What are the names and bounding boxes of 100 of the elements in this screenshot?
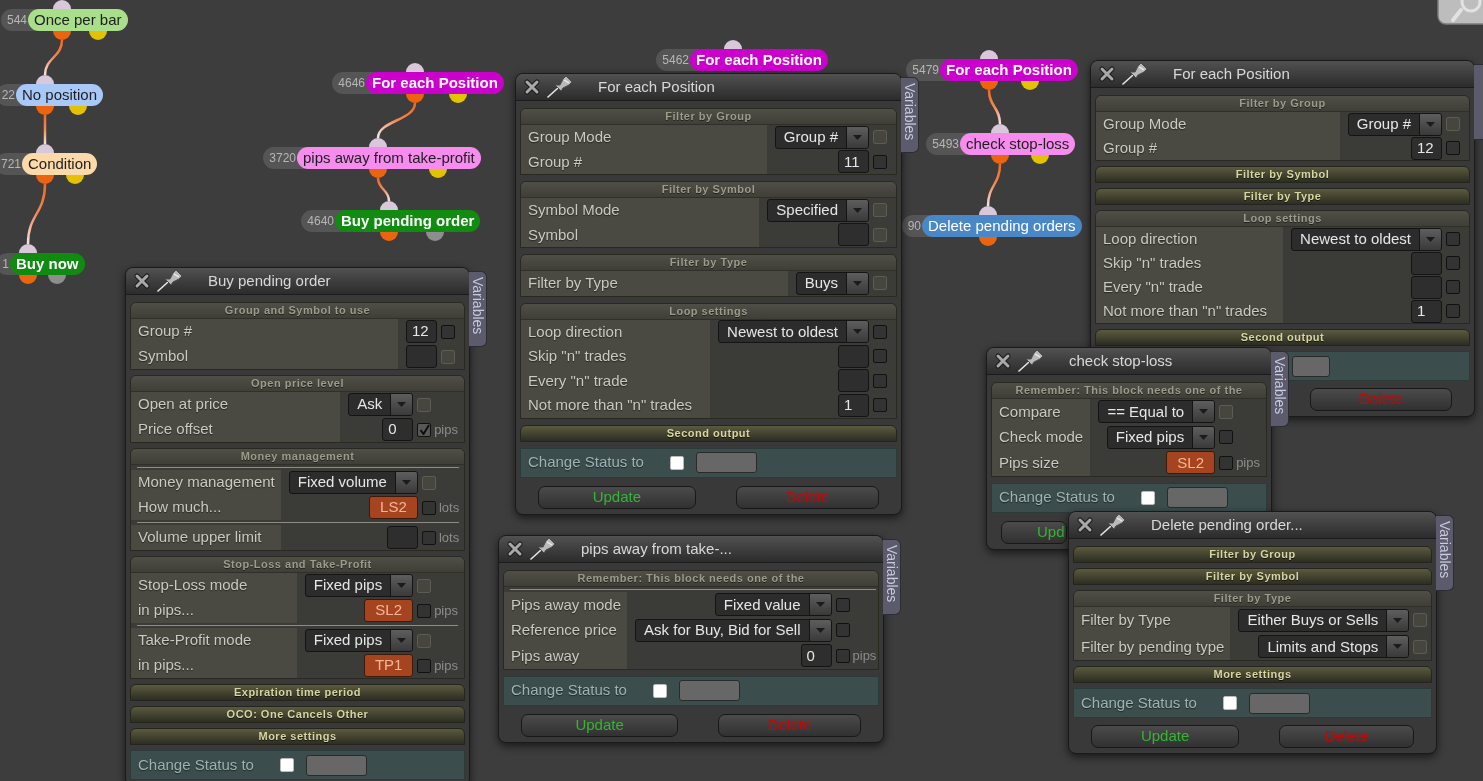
node-label[interactable]: Buy now	[10, 253, 85, 275]
section-header[interactable]: Filter by Symbol	[1073, 568, 1432, 585]
checkbox[interactable]	[417, 603, 432, 618]
variable-field[interactable]: LS2	[368, 496, 418, 519]
checkbox[interactable]	[421, 530, 436, 545]
close-icon[interactable]	[524, 79, 540, 95]
checkbox[interactable]	[417, 422, 432, 437]
input-field[interactable]	[838, 369, 869, 393]
checkbox[interactable]	[835, 648, 850, 663]
variables-tab[interactable]: Variables	[883, 539, 901, 615]
input-field[interactable]: 0	[800, 644, 832, 668]
output-port-icon[interactable]	[449, 94, 467, 103]
checkbox[interactable]	[1446, 304, 1460, 318]
checkbox[interactable]	[873, 324, 887, 339]
checkbox[interactable]	[873, 349, 887, 364]
checkbox[interactable]	[1446, 256, 1460, 270]
node-label[interactable]: Condition	[22, 153, 98, 175]
checkbox[interactable]	[1446, 141, 1460, 155]
close-icon[interactable]	[1077, 517, 1093, 533]
checkbox[interactable]	[417, 658, 432, 673]
input-port-icon[interactable]	[19, 244, 37, 253]
output-port-icon[interactable]	[19, 275, 37, 284]
status-checkbox[interactable]	[670, 455, 684, 470]
input-port-icon[interactable]	[979, 206, 997, 215]
close-icon[interactable]	[1099, 66, 1115, 82]
section-header[interactable]: Filter by Group	[1096, 96, 1469, 112]
input-field[interactable]	[1411, 251, 1442, 275]
close-icon[interactable]	[134, 273, 150, 289]
input-field[interactable]: 0	[382, 418, 414, 441]
section-header[interactable]: Stop-Loss and Take-Profit	[131, 557, 464, 573]
input-port-icon[interactable]	[724, 40, 742, 49]
variables-tab[interactable]: Variables	[1271, 351, 1289, 427]
output-port-icon[interactable]	[426, 232, 444, 241]
node-label[interactable]: No position	[16, 84, 104, 106]
section-header[interactable]: Money management	[131, 449, 464, 465]
output-port-icon[interactable]	[429, 169, 447, 178]
node-label[interactable]: Buy pending order	[335, 210, 481, 232]
input-port-icon[interactable]	[980, 50, 998, 59]
node-label[interactable]: Once per bar	[28, 9, 128, 31]
output-port-icon[interactable]	[36, 175, 54, 184]
section-header[interactable]: Open price level	[131, 376, 464, 392]
input-field[interactable]: 12	[406, 320, 437, 343]
variables-tab[interactable]: Variables	[1436, 515, 1454, 591]
output-port-icon[interactable]	[369, 169, 387, 178]
output-port-icon[interactable]	[48, 275, 66, 284]
output-port-icon[interactable]	[1021, 81, 1039, 90]
close-icon[interactable]	[995, 353, 1011, 369]
section-header[interactable]: Remember: This block needs one of the	[992, 383, 1266, 399]
section-header[interactable]: OCO: One Cancels Other	[130, 706, 465, 723]
input-port-icon[interactable]	[380, 201, 398, 210]
output-port-icon[interactable]	[991, 155, 1009, 164]
dropdown[interactable]: Newest to oldest	[718, 320, 869, 344]
status-field[interactable]	[696, 452, 757, 473]
variable-field[interactable]: TP1	[364, 654, 414, 677]
checkbox[interactable]	[873, 154, 887, 169]
status-checkbox[interactable]	[280, 758, 294, 772]
node-label[interactable]: For each Position	[366, 72, 504, 94]
status-field[interactable]	[1167, 487, 1228, 508]
checkbox[interactable]	[441, 324, 455, 339]
checkbox[interactable]	[1219, 430, 1234, 445]
section-header[interactable]: Expiration time period	[130, 684, 465, 701]
output-port-icon[interactable]	[980, 81, 998, 90]
dropdown[interactable]: Ask for Buy, Bid for Sell	[635, 618, 832, 642]
output-port-icon[interactable]	[69, 106, 87, 115]
status-field[interactable]	[679, 680, 740, 701]
pin-icon[interactable]	[157, 270, 183, 292]
section-header[interactable]: Filter by Symbol	[1095, 166, 1470, 183]
status-field[interactable]	[1249, 692, 1310, 714]
input-field[interactable]: 1	[1411, 299, 1442, 323]
section-header[interactable]: More settings	[1073, 666, 1432, 683]
tool-icon[interactable]	[1437, 0, 1483, 25]
checkbox[interactable]	[873, 398, 887, 413]
output-port-icon[interactable]	[89, 31, 107, 40]
status-field[interactable]	[1292, 355, 1330, 377]
output-port-icon[interactable]	[979, 237, 997, 246]
section-header[interactable]: Filter by Group	[1073, 546, 1432, 563]
input-field[interactable]: 11	[838, 150, 869, 174]
output-port-icon[interactable]	[53, 31, 71, 40]
input-field[interactable]: 1	[838, 393, 869, 417]
input-port-icon[interactable]	[991, 124, 1009, 133]
pin-icon[interactable]	[1122, 63, 1148, 85]
section-header[interactable]: More settings	[130, 728, 465, 745]
section-header[interactable]: Filter by Symbol	[521, 182, 896, 198]
variable-field[interactable]: SL2	[1166, 451, 1216, 475]
section-header[interactable]: Filter by Type	[1074, 591, 1431, 607]
pin-icon[interactable]	[1100, 514, 1126, 536]
output-port-icon[interactable]	[1031, 155, 1049, 164]
input-port-icon[interactable]	[36, 75, 54, 84]
section-header[interactable]: Loop settings	[521, 303, 896, 320]
input-field[interactable]	[838, 223, 869, 247]
input-port-icon[interactable]	[369, 138, 387, 147]
dropdown[interactable]: Fixed pips	[1106, 425, 1216, 449]
pin-icon[interactable]	[547, 76, 573, 98]
node-label[interactable]: For each Position	[690, 49, 828, 71]
section-header[interactable]: Loop settings	[1096, 211, 1469, 227]
node-label[interactable]: Delete pending orders	[922, 215, 1082, 237]
output-port-icon[interactable]	[406, 94, 424, 103]
section-header[interactable]: Second output	[520, 424, 897, 442]
input-port-icon[interactable]	[36, 144, 54, 153]
update-button[interactable]: Update	[538, 485, 696, 509]
